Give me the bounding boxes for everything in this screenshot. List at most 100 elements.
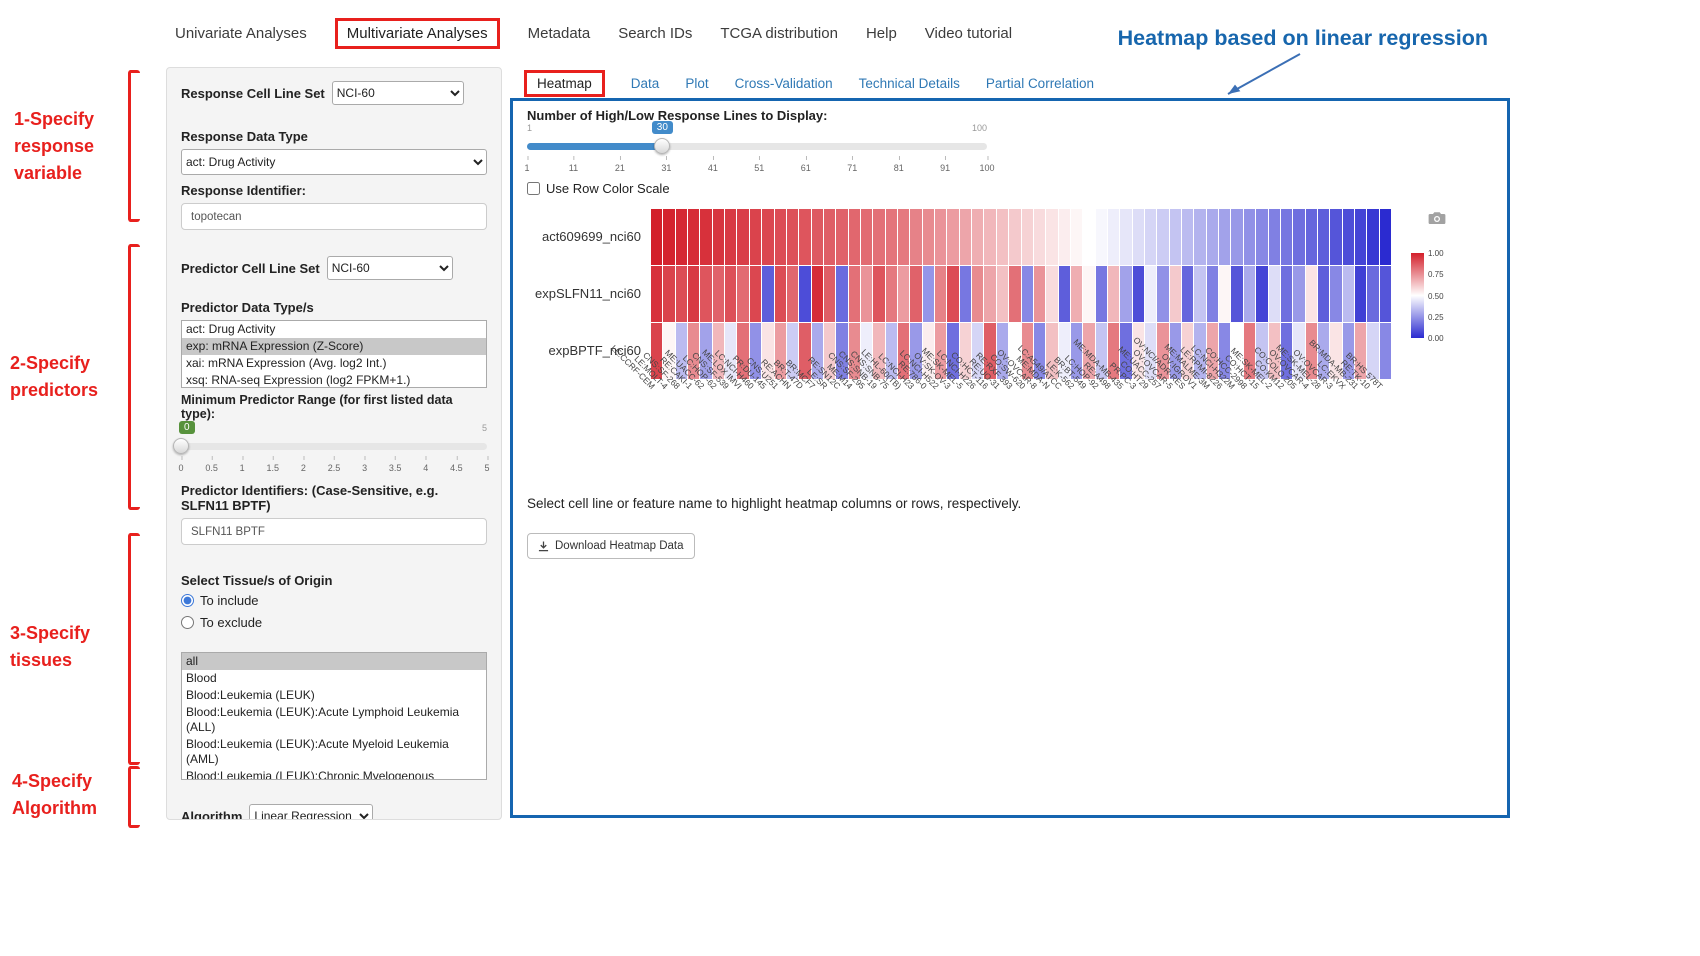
heatmap-cell <box>1145 266 1156 322</box>
heatmap-cell <box>1071 266 1082 322</box>
heatmap-cell <box>1108 209 1119 265</box>
lines-slider-handle[interactable] <box>654 138 670 154</box>
nav-item-multivariate-analyses[interactable]: Multivariate Analyses <box>335 18 500 49</box>
heatmap-cell <box>1330 266 1341 322</box>
slider-tick-label: 0 <box>178 463 183 473</box>
heatmap-cell <box>1269 209 1280 265</box>
annotation-bracket-3 <box>128 533 140 765</box>
slider-value-bubble: 0 <box>179 421 195 434</box>
tissue-exclude-radio[interactable] <box>181 616 194 629</box>
sidebar-panel: Response Cell Line Set NCI-60 Response D… <box>166 67 502 820</box>
heatmap-cell <box>700 209 711 265</box>
predictor-identifiers-input[interactable] <box>181 518 487 545</box>
heatmap-cell <box>1059 209 1070 265</box>
heatmap-cell <box>1022 266 1033 322</box>
download-heatmap-data-button[interactable]: Download Heatmap Data <box>527 533 695 559</box>
camera-icon[interactable] <box>1428 211 1446 225</box>
heatmap-cell <box>1367 209 1378 265</box>
heatmap-cell <box>1231 266 1242 322</box>
heatmap-cell <box>824 266 835 322</box>
listbox-option[interactable]: xsq: RNA-seq Expression (log2 FPKM+1.) <box>182 372 486 388</box>
tissue-include-radio[interactable] <box>181 594 194 607</box>
response-cell-line-set-label: Response Cell Line Set <box>181 86 325 101</box>
colorbar-tick-label: 0.75 <box>1428 270 1444 279</box>
heatmap-cell <box>663 266 674 322</box>
slider-tick-label: 3 <box>362 463 367 473</box>
heatmap-cell <box>1293 209 1304 265</box>
listbox-option[interactable]: xai: mRNA Expression (Avg. log2 Int.) <box>182 355 486 372</box>
listbox-option[interactable]: Blood <box>182 670 486 687</box>
listbox-option[interactable]: Blood:Leukemia (LEUK):Acute Myeloid Leuk… <box>182 736 486 768</box>
predictor-cell-line-set-select[interactable]: NCI-60 <box>327 256 453 280</box>
heatmap-cell <box>1318 266 1329 322</box>
listbox-option[interactable]: all <box>182 653 486 670</box>
heatmap-cell <box>812 266 823 322</box>
heatmap-cell <box>960 209 971 265</box>
heatmap-cell <box>1120 209 1131 265</box>
heatmap-cell <box>1219 209 1230 265</box>
tab-bar: Heatmap Data Plot Cross-Validation Technical… <box>524 70 1094 97</box>
headline-arrow-icon <box>1210 48 1306 102</box>
heatmap-cell <box>651 209 662 265</box>
heatmap-row-label[interactable]: expSLFN11_nci60 <box>535 286 641 301</box>
annotation-bracket-4 <box>128 766 140 828</box>
heatmap-cell <box>1380 266 1391 322</box>
listbox-option[interactable]: Blood:Leukemia (LEUK):Chronic Myelogenou… <box>182 768 486 780</box>
response-cell-line-set-select[interactable]: NCI-60 <box>332 81 464 105</box>
nav-item-metadata[interactable]: Metadata <box>528 25 591 42</box>
slider-tick-label: 5 <box>484 463 489 473</box>
heatmap-column-labels: LE:CCRF-CEMLE:MOLT-4CNS:SF-268RE:CAKI-1M… <box>651 382 1391 487</box>
heatmap-cell <box>1194 266 1205 322</box>
tab-cross-validation[interactable]: Cross-Validation <box>735 76 833 91</box>
heatmap-cell <box>1022 209 1033 265</box>
heatmap-cell <box>1256 266 1267 322</box>
listbox-option[interactable]: act: Drug Activity <box>182 321 486 338</box>
min-predictor-range-handle[interactable] <box>173 438 189 454</box>
tab-data[interactable]: Data <box>631 76 660 91</box>
slider-max-label: 100 <box>972 123 987 133</box>
heatmap-cell <box>1059 266 1070 322</box>
response-identifier-input[interactable] <box>181 203 487 230</box>
colorbar-tick-label: 1.00 <box>1428 249 1444 258</box>
heatmap-cell <box>1380 209 1391 265</box>
heatmap-cell <box>873 209 884 265</box>
listbox-option[interactable]: exp: mRNA Expression (Z-Score) <box>182 338 486 355</box>
heatmap-cell <box>750 266 761 322</box>
algorithm-select[interactable]: Linear Regression <box>249 804 373 820</box>
slider-tick-label: 3.5 <box>389 463 402 473</box>
heatmap-cell <box>676 209 687 265</box>
nav-item-search-ids[interactable]: Search IDs <box>618 25 692 42</box>
nav-item-tcga-distribution[interactable]: TCGA distribution <box>720 25 838 42</box>
heatmap-cell <box>725 209 736 265</box>
tab-partial-correlation[interactable]: Partial Correlation <box>986 76 1094 91</box>
heatmap-cell <box>676 266 687 322</box>
response-identifier-label: Response Identifier: <box>181 183 487 198</box>
tab-technical-details[interactable]: Technical Details <box>859 76 960 91</box>
heatmap-cell <box>886 209 897 265</box>
page: Univariate Analyses Multivariate Analyses… <box>0 0 1700 956</box>
tab-plot[interactable]: Plot <box>685 76 708 91</box>
slider-tick-label: 41 <box>708 163 718 173</box>
nav-item-help[interactable]: Help <box>866 25 897 42</box>
slider-tick-label: 4 <box>423 463 428 473</box>
response-data-type-select[interactable]: act: Drug Activity <box>181 149 487 175</box>
heatmap-row-label[interactable]: act609699_nci60 <box>542 229 641 244</box>
heatmap-cell <box>787 266 798 322</box>
nav-item-univariate-analyses[interactable]: Univariate Analyses <box>175 25 307 42</box>
listbox-option[interactable]: Blood:Leukemia (LEUK):Acute Lymphoid Leu… <box>182 704 486 736</box>
listbox-option[interactable]: Blood:Leukemia (LEUK) <box>182 687 486 704</box>
heatmap-cell <box>688 209 699 265</box>
heatmap-cell <box>1281 266 1292 322</box>
heatmap-cell <box>935 266 946 322</box>
min-predictor-range-track[interactable] <box>181 443 487 450</box>
heatmap-cell <box>910 209 921 265</box>
annotation-bracket-2 <box>128 244 140 510</box>
heatmap-cell <box>762 209 773 265</box>
tab-heatmap[interactable]: Heatmap <box>524 70 605 97</box>
response-data-type-label: Response Data Type <box>181 129 487 144</box>
heatmap-cell <box>1120 266 1131 322</box>
heatmap-cell <box>1318 209 1329 265</box>
slider-tick-label: 100 <box>979 163 994 173</box>
annotation-bracket-1 <box>128 70 140 222</box>
nav-item-video-tutorial[interactable]: Video tutorial <box>925 25 1012 42</box>
